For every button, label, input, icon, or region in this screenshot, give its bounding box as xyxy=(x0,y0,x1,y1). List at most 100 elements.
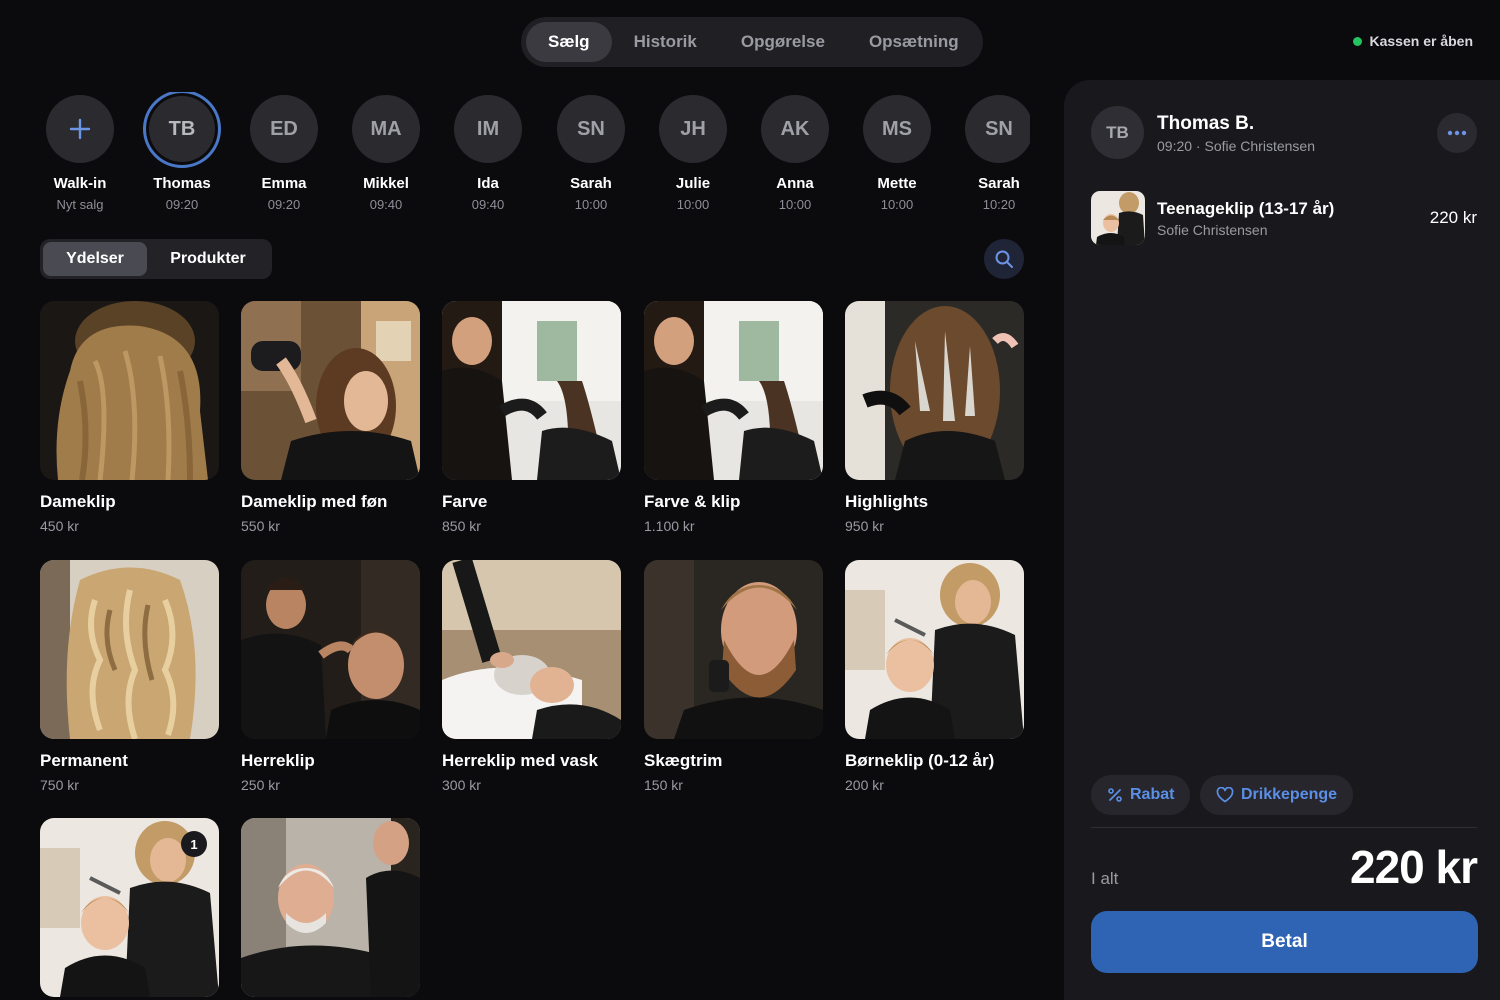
tip-button[interactable]: Drikkepenge xyxy=(1200,775,1354,815)
tab-opsaetning[interactable]: Opsætning xyxy=(847,22,981,62)
kid-haircut-thumb-photo xyxy=(1091,191,1145,245)
order-line-item[interactable]: Teenageklip (13-17 år) Sofie Christensen… xyxy=(1091,191,1477,245)
service-card[interactable]: Herreklip 250 kr xyxy=(241,560,420,793)
service-card[interactable]: Herreklip med vask 300 kr xyxy=(442,560,621,793)
blonde-hair-back-photo xyxy=(40,301,219,480)
avatar: IM xyxy=(454,95,522,163)
order-customer-name: Thomas B. xyxy=(1157,113,1255,134)
customer-name: Mette xyxy=(877,175,917,192)
total-amount: 220 kr xyxy=(1349,841,1478,893)
line-item-staff: Sofie Christensen xyxy=(1157,222,1268,238)
service-title: Permanent xyxy=(40,751,128,770)
service-price: 850 kr xyxy=(442,518,481,534)
customer-thomas[interactable]: TB Thomas 09:20 xyxy=(142,92,222,212)
beard-trim-photo xyxy=(644,560,823,739)
avatar: ED xyxy=(250,95,318,163)
service-card[interactable]: Børneklip (0-12 år) 200 kr xyxy=(845,560,1024,793)
customer-julie[interactable]: JH Julie 10:00 xyxy=(653,92,733,212)
customer-name: Sarah xyxy=(978,175,1020,192)
kid-haircut-photo xyxy=(845,560,1024,739)
segment-products[interactable]: Produkter xyxy=(147,242,269,276)
service-price: 1.100 kr xyxy=(644,518,695,534)
customer-mette[interactable]: MS Mette 10:00 xyxy=(857,92,937,212)
service-price: 250 kr xyxy=(241,777,280,793)
customer-time: 09:20 xyxy=(267,197,301,212)
heart-icon xyxy=(1216,787,1234,803)
customer-time: 10:00 xyxy=(880,197,914,212)
line-item-price: 220 kr xyxy=(1429,208,1477,227)
wavy-hair-photo xyxy=(40,560,219,739)
coloring-photo xyxy=(644,301,823,480)
customer-time: Nyt salg xyxy=(56,197,104,212)
coloring-photo xyxy=(442,301,621,480)
customer-ida[interactable]: IM Ida 09:40 xyxy=(448,92,528,212)
customer-sarah-2[interactable]: SN Sarah 10:20 xyxy=(959,92,1030,212)
service-title: Highlights xyxy=(845,492,929,511)
service-card[interactable] xyxy=(241,818,420,997)
avatar: JH xyxy=(659,95,727,163)
service-card[interactable]: Permanent 750 kr xyxy=(40,560,219,793)
quantity-badge: 1 xyxy=(181,831,207,857)
search-icon xyxy=(995,250,1013,268)
tab-saelg[interactable]: Sælg xyxy=(526,22,612,62)
customer-walk-in[interactable]: Walk-in Nyt salg xyxy=(40,92,120,212)
order-panel: TB Thomas B. 09:20 · Sofie Christensen T… xyxy=(1064,80,1500,1000)
service-price: 150 kr xyxy=(644,777,683,793)
pay-button[interactable]: Betal xyxy=(1091,911,1478,973)
service-title: Farve & klip xyxy=(644,492,741,511)
service-title: Børneklip (0-12 år) xyxy=(845,751,995,770)
service-card[interactable]: 1 xyxy=(40,818,219,997)
highlights-foil-photo xyxy=(845,301,1024,480)
customer-mikkel[interactable]: MA Mikkel 09:40 xyxy=(346,92,426,212)
customer-time: 10:00 xyxy=(676,197,710,212)
service-title: Farve xyxy=(442,492,488,511)
search-button[interactable] xyxy=(984,239,1024,279)
service-title: Dameklip xyxy=(40,492,116,511)
senior-haircut-photo xyxy=(241,818,420,997)
customer-name: Walk-in xyxy=(53,175,107,192)
customer-time: 10:00 xyxy=(574,197,608,212)
service-price: 550 kr xyxy=(241,518,280,534)
segment-services[interactable]: Ydelser xyxy=(43,242,147,276)
customer-name: Emma xyxy=(261,175,307,192)
avatar: AK xyxy=(761,95,829,163)
discount-label: Rabat xyxy=(1130,786,1175,803)
service-card[interactable]: Farve 850 kr xyxy=(442,301,621,534)
more-options-button[interactable] xyxy=(1437,113,1477,153)
service-price: 950 kr xyxy=(845,518,884,534)
main-nav: Sælg Historik Opgørelse Opsætning xyxy=(521,17,983,67)
service-card[interactable]: Dameklip 450 kr xyxy=(40,301,219,534)
customer-time: 09:40 xyxy=(471,197,505,212)
service-card[interactable]: Highlights 950 kr xyxy=(845,301,1024,534)
service-price: 200 kr xyxy=(845,777,884,793)
customer-sarah[interactable]: SN Sarah 10:00 xyxy=(551,92,631,212)
tab-historik[interactable]: Historik xyxy=(612,22,719,62)
customer-name: Thomas xyxy=(153,175,211,192)
tab-opgoerelse[interactable]: Opgørelse xyxy=(719,22,847,62)
service-price: 450 kr xyxy=(40,518,79,534)
customer-anna[interactable]: AK Anna 10:00 xyxy=(755,92,835,212)
customer-emma[interactable]: ED Emma 09:20 xyxy=(244,92,324,212)
customer-time: 10:00 xyxy=(778,197,812,212)
customer-name: Sarah xyxy=(570,175,612,192)
service-title: Dameklip med føn xyxy=(241,492,388,511)
service-card[interactable]: Skægtrim 150 kr xyxy=(644,560,823,793)
discount-button[interactable]: Rabat xyxy=(1091,775,1191,815)
avatar: TB xyxy=(143,92,221,168)
service-title: Herreklip med vask xyxy=(442,751,598,770)
customer-name: Julie xyxy=(675,175,711,192)
catalog-segment: Ydelser Produkter xyxy=(40,239,272,279)
blowdry-photo xyxy=(241,301,420,480)
divider xyxy=(1091,827,1477,828)
customer-name: Mikkel xyxy=(363,175,409,192)
customer-list: Walk-in Nyt salg TB Thomas 09:20 ED Emma… xyxy=(40,92,1030,222)
plus-icon xyxy=(46,95,114,163)
service-card[interactable]: Dameklip med føn 550 kr xyxy=(241,301,420,534)
more-dots-icon xyxy=(1447,130,1467,136)
service-card[interactable]: Farve & klip 1.100 kr xyxy=(644,301,823,534)
customer-name: Ida xyxy=(477,175,499,192)
avatar: TB xyxy=(1091,106,1144,159)
barber-photo xyxy=(241,560,420,739)
kid-haircut-photo: 1 xyxy=(40,818,219,997)
line-item-title: Teenageklip (13-17 år) xyxy=(1157,199,1335,218)
